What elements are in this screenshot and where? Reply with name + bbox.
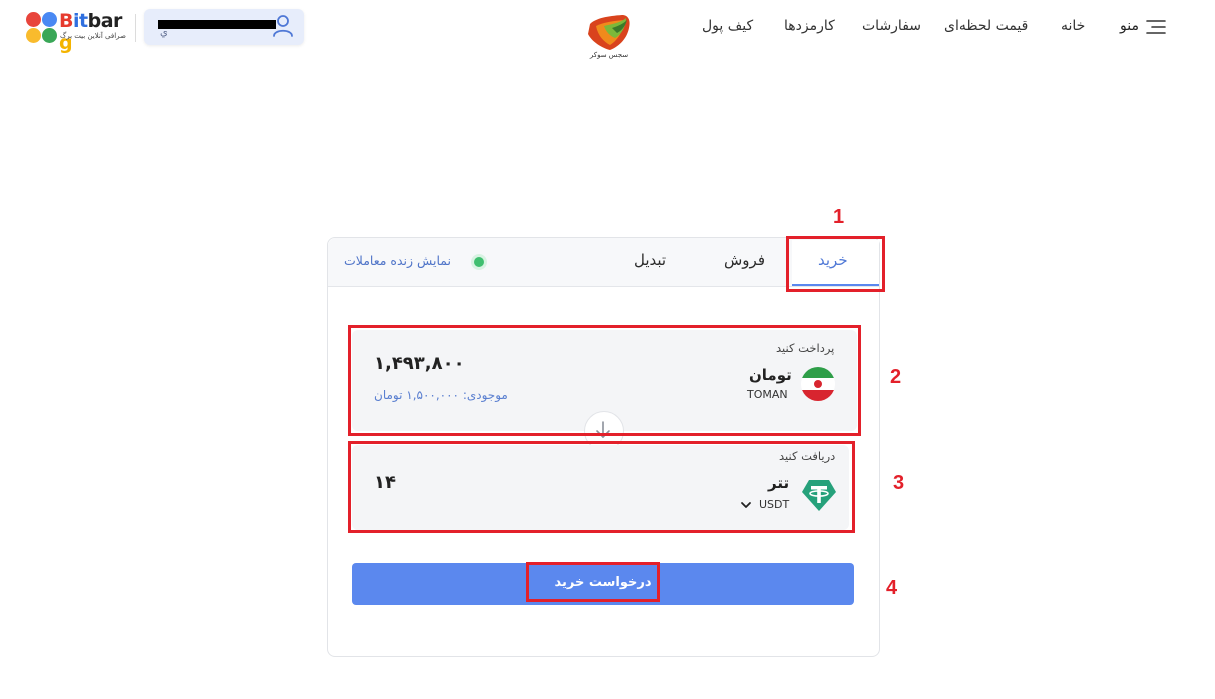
site-logo-text: سجس سوکر <box>589 51 629 59</box>
annotation-number-1: 1 <box>833 206 845 228</box>
nav-item-orders[interactable]: سفارشات <box>862 18 921 34</box>
annotation-box-3 <box>348 441 855 533</box>
brand-tagline: صرافی آنلاین بیت برگ <box>60 32 126 40</box>
redacted-username <box>158 20 276 29</box>
brand-name-part: it <box>72 10 88 32</box>
brand-name-part: B <box>59 10 73 32</box>
nav-item-wallet[interactable]: کیف پول <box>702 18 753 34</box>
tab-convert[interactable]: تبدیل <box>634 251 666 269</box>
header-divider <box>135 14 136 42</box>
live-status-dot-icon <box>474 257 484 267</box>
annotation-box-4 <box>526 562 660 602</box>
bitbarg-logo[interactable]: Bitbarg صرافی آنلاین بیت برگ <box>26 10 131 54</box>
user-icon[interactable] <box>272 14 294 38</box>
live-trades-link[interactable]: نمایش زنده معاملات <box>344 253 451 268</box>
annotation-number-4: 4 <box>886 577 898 599</box>
tab-sell[interactable]: فروش <box>724 251 765 269</box>
nav-item-fees[interactable]: کارمزدها <box>784 18 835 34</box>
nav-item-live-price[interactable]: قیمت لحظه‌ای <box>944 18 1028 34</box>
annotation-box-2 <box>348 325 861 436</box>
annotation-number-2: 2 <box>890 366 902 388</box>
nav-item-home[interactable]: خانه <box>1061 18 1085 34</box>
menu-label[interactable]: منو <box>1120 18 1139 34</box>
brand-name-part: bar <box>87 10 123 32</box>
menu-icon[interactable] <box>1146 19 1166 35</box>
annotation-box-1 <box>786 236 885 292</box>
logo-dots-icon <box>26 12 58 44</box>
annotation-number-3: 3 <box>893 472 905 494</box>
